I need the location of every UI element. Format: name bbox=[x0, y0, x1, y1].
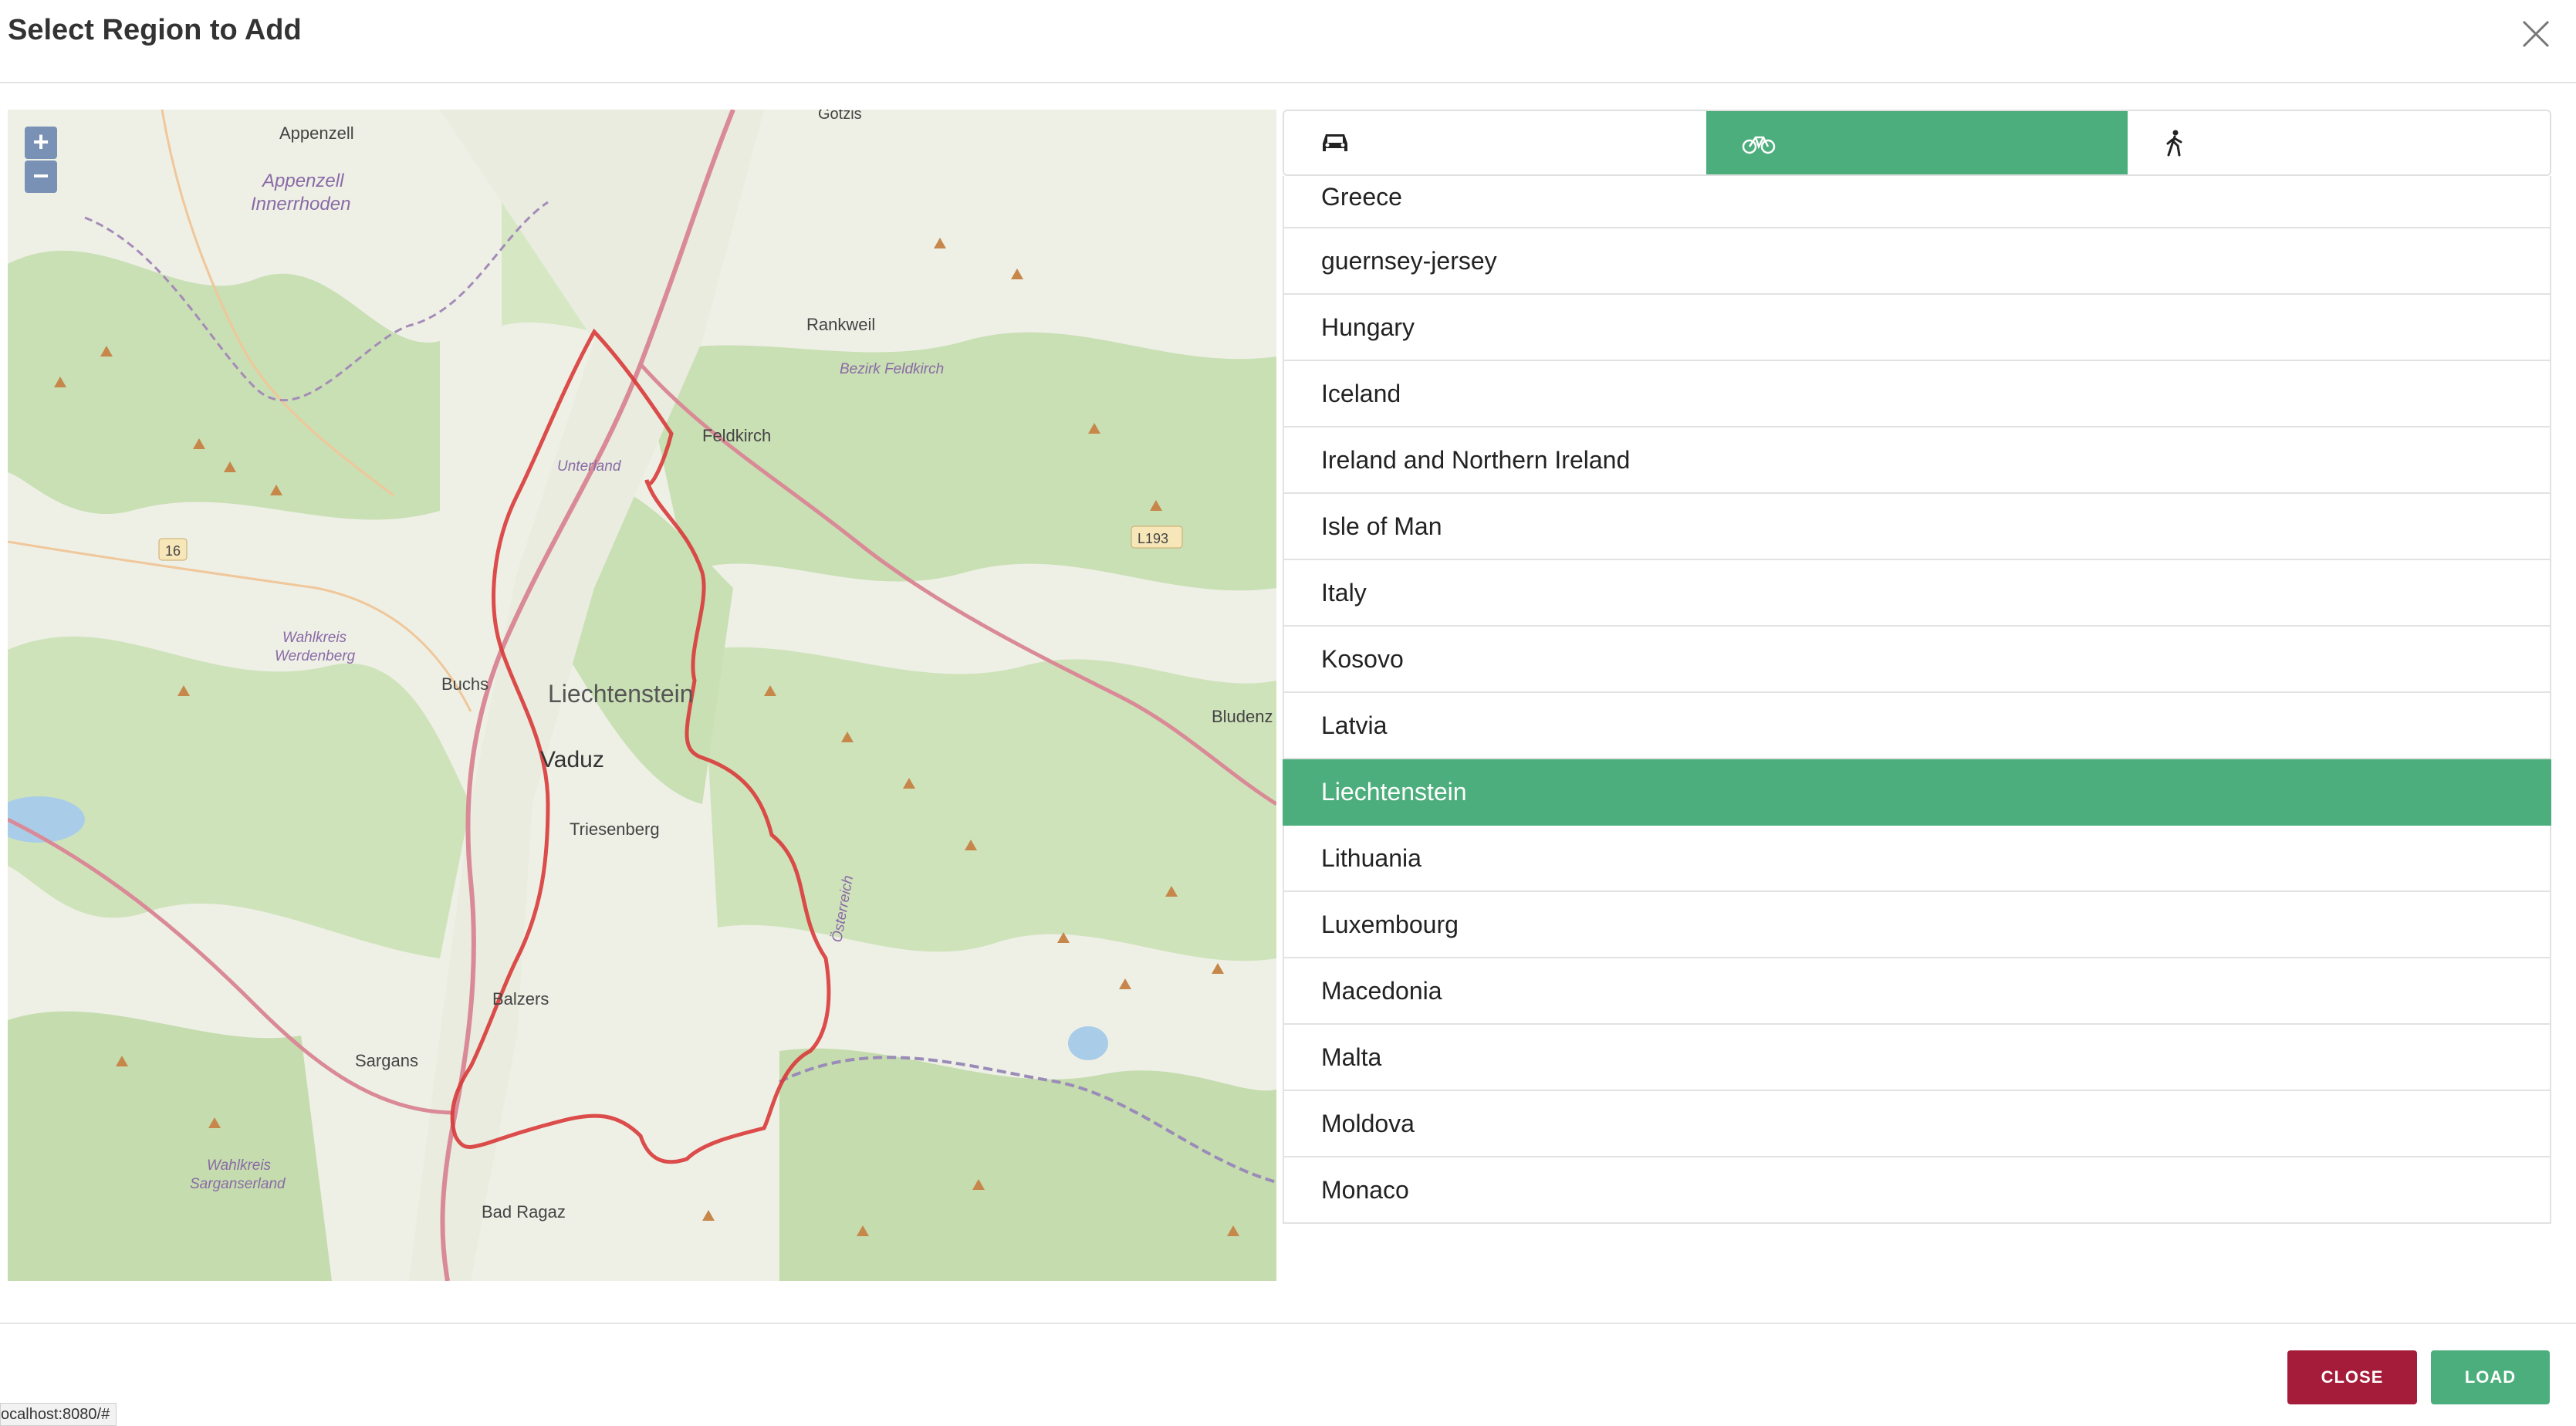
map-label-road-l193: L193 bbox=[1138, 531, 1168, 546]
map-label-bad-ragaz: Bad Ragaz bbox=[482, 1202, 566, 1222]
map-label-wahlkreis-werdenberg-1: Wahlkreis bbox=[282, 630, 347, 646]
region-map[interactable]: Götzis Appenzell Appenzell Innerrhoden R… bbox=[8, 110, 1276, 1281]
dialog-title: Select Region to Add bbox=[8, 14, 302, 46]
list-item[interactable]: Iceland bbox=[1283, 361, 2551, 427]
map-label-balzers: Balzers bbox=[492, 989, 549, 1009]
map-label-sargans: Sargans bbox=[355, 1051, 418, 1070]
map-label-appenzell-inner-2: Innerrhoden bbox=[251, 194, 350, 215]
dialog-header: Select Region to Add bbox=[0, 0, 2576, 83]
list-item[interactable]: Isle of Man bbox=[1283, 494, 2551, 560]
list-item[interactable]: Hungary bbox=[1283, 295, 2551, 361]
walking-icon bbox=[2166, 130, 2182, 157]
status-bar-url: ocalhost:8080/# bbox=[0, 1403, 117, 1426]
list-item[interactable]: Latvia bbox=[1283, 693, 2551, 759]
map-label-wahlkreis-sargans-1: Wahlkreis bbox=[207, 1157, 272, 1174]
tab-walking[interactable] bbox=[2128, 111, 2550, 174]
list-item[interactable]: Malta bbox=[1283, 1025, 2551, 1091]
list-item[interactable]: Macedonia bbox=[1283, 958, 2551, 1025]
map-label-wahlkreis-werdenberg-2: Werdenberg bbox=[275, 648, 356, 664]
list-item[interactable]: guernsey-jersey bbox=[1283, 228, 2551, 295]
bicycle-icon bbox=[1742, 136, 1775, 154]
close-icon[interactable] bbox=[2519, 17, 2553, 51]
load-button[interactable]: LOAD bbox=[2431, 1350, 2550, 1404]
map-label-bezirk-feldkirch: Bezirk Feldkirch bbox=[840, 361, 944, 377]
map-label-road-16: 16 bbox=[165, 543, 181, 559]
map-label-goetzis: Götzis bbox=[818, 110, 862, 123]
zoom-out-button[interactable]: − bbox=[25, 161, 57, 193]
close-button[interactable]: CLOSE bbox=[2287, 1350, 2417, 1404]
map-label-bludenz: Bludenz bbox=[1212, 707, 1273, 726]
tab-car[interactable] bbox=[1284, 111, 1706, 174]
list-item[interactable]: Luxembourg bbox=[1283, 892, 2551, 958]
map-label-buchs: Buchs bbox=[441, 674, 488, 694]
map-label-triesenberg: Triesenberg bbox=[570, 819, 660, 839]
map-zoom-control: + − bbox=[25, 127, 57, 194]
list-item-selected[interactable]: Liechtenstein bbox=[1283, 759, 2551, 826]
zoom-in-button[interactable]: + bbox=[25, 127, 57, 159]
list-item[interactable]: Italy bbox=[1283, 560, 2551, 627]
list-item[interactable]: Lithuania bbox=[1283, 826, 2551, 892]
list-item[interactable]: Moldova bbox=[1283, 1091, 2551, 1157]
map-label-unterland: Unterland bbox=[557, 458, 622, 475]
list-item[interactable]: Greece bbox=[1283, 176, 2551, 228]
list-item[interactable]: Kosovo bbox=[1283, 627, 2551, 693]
map-canvas: Götzis Appenzell Appenzell Innerrhoden R… bbox=[8, 110, 1276, 1281]
car-icon bbox=[1323, 134, 1347, 151]
tab-bicycle[interactable] bbox=[1706, 111, 2128, 174]
map-label-feldkirch: Feldkirch bbox=[702, 426, 771, 445]
map-label-rankweil: Rankweil bbox=[806, 315, 875, 334]
map-label-appenzell: Appenzell bbox=[279, 123, 354, 143]
list-item[interactable]: Ireland and Northern Ireland bbox=[1283, 427, 2551, 494]
transport-mode-tabs bbox=[1283, 110, 2551, 176]
map-label-vaduz: Vaduz bbox=[540, 747, 604, 772]
map-label-wahlkreis-sargans-2: Sarganserland bbox=[190, 1176, 286, 1192]
map-label-liechtenstein: Liechtenstein bbox=[548, 680, 694, 708]
map-label-appenzell-inner-1: Appenzell bbox=[261, 171, 344, 191]
footer-divider bbox=[0, 1323, 2576, 1324]
list-item[interactable]: Monaco bbox=[1283, 1157, 2551, 1224]
region-list[interactable]: Greece guernsey-jersey Hungary Iceland I… bbox=[1283, 176, 2551, 1265]
